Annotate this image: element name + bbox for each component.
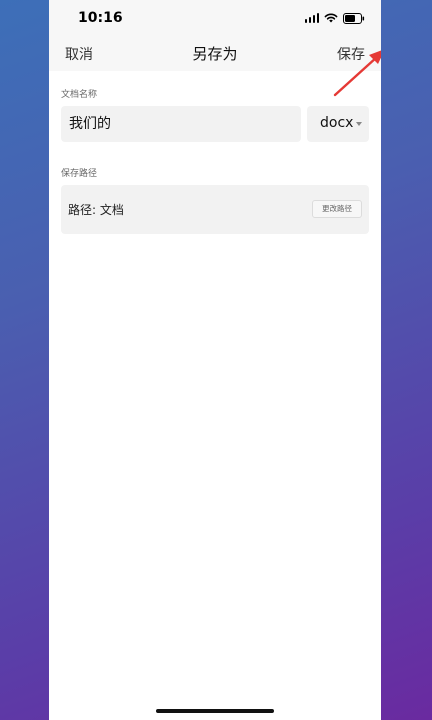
annotation-arrow-icon — [333, 50, 381, 97]
status-bar: 10:16 — [49, 0, 381, 36]
status-icons — [304, 11, 366, 25]
path-section-label: 保存路径 — [61, 169, 98, 179]
save-path-row: 路径: 文档 更改路径 — [61, 185, 369, 234]
filename-section-label: 文档名称 — [61, 90, 98, 100]
format-dropdown[interactable]: docx — [307, 106, 369, 142]
change-path-button[interactable]: 更改路径 — [312, 200, 362, 218]
chevron-down-icon — [356, 122, 362, 126]
cellular-signal-icon — [304, 13, 319, 23]
status-time: 10:16 — [78, 10, 123, 26]
battery-icon — [343, 12, 365, 24]
home-indicator[interactable] — [156, 709, 274, 713]
phone-screen: 10:16 取消 另存为 保存 文档名称 我们的 docx 保存路径 路径: 文… — [49, 0, 381, 720]
path-text: 路径: 文档 — [68, 203, 124, 217]
filename-input[interactable]: 我们的 — [61, 106, 301, 142]
format-value: docx — [320, 115, 354, 131]
wifi-icon — [324, 13, 338, 23]
